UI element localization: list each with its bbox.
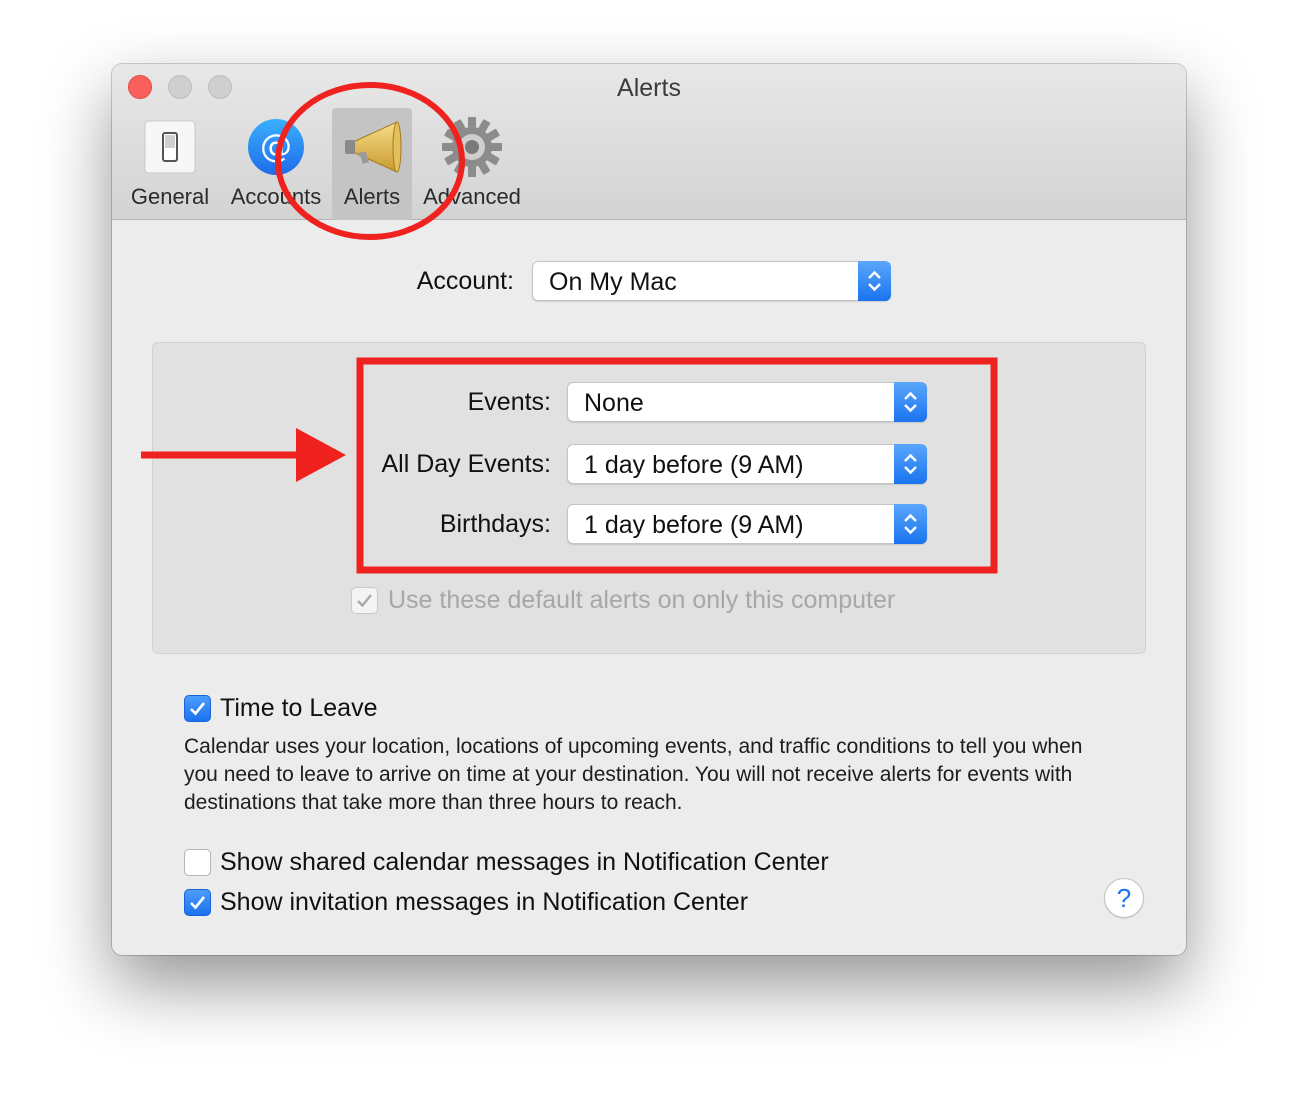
all-day-events-value: 1 day before (9 AM) <box>584 451 804 479</box>
time-to-leave-label: Time to Leave <box>220 694 378 722</box>
tab-general[interactable]: General <box>126 108 214 220</box>
tab-general-label: General <box>130 184 210 209</box>
invitation-messages-checkbox[interactable] <box>184 889 211 916</box>
megaphone-icon <box>345 121 402 173</box>
all-day-events-popup[interactable]: 1 day before (9 AM) <box>567 444 927 484</box>
birthdays-popup[interactable]: 1 day before (9 AM) <box>567 504 927 544</box>
tab-accounts[interactable]: @ Accounts <box>224 108 328 220</box>
time-to-leave-checkbox[interactable] <box>184 695 211 722</box>
events-label: Events: <box>467 388 551 416</box>
events-value: None <box>584 389 644 417</box>
chevron-updown-icon <box>858 261 891 301</box>
birthdays-value: 1 day before (9 AM) <box>584 511 804 539</box>
help-button[interactable]: ? <box>1104 878 1144 918</box>
svg-text:@: @ <box>260 127 292 165</box>
account-popup[interactable]: On My Mac <box>532 261 891 301</box>
switch-icon <box>144 120 196 174</box>
alerts-pane: Account: On My Mac Events: None All Day … <box>112 220 1186 955</box>
shared-messages-label: Show shared calendar messages in Notific… <box>220 848 829 876</box>
tab-alerts[interactable]: Alerts <box>332 108 412 220</box>
tab-advanced[interactable]: Advanced <box>416 108 528 220</box>
all-day-events-label: All Day Events: <box>381 450 551 478</box>
only-this-computer-label: Use these default alerts on only this co… <box>388 586 896 614</box>
alerts-preferences-window: Alerts General @ Accounts Alerts Advance… <box>112 64 1186 955</box>
chevron-updown-icon <box>894 504 927 544</box>
default-alerts-group: Events: None All Day Events: 1 day befor… <box>152 342 1146 654</box>
only-this-computer-checkbox[interactable] <box>351 587 378 614</box>
invitation-messages-label: Show invitation messages in Notification… <box>220 888 749 916</box>
time-to-leave-description: Calendar uses your location, locations o… <box>184 735 1083 814</box>
gear-icon <box>442 117 502 177</box>
window-title: Alerts <box>617 74 681 102</box>
shared-messages-checkbox[interactable] <box>184 849 211 876</box>
tab-accounts-label: Accounts <box>230 184 322 209</box>
chevron-updown-icon <box>894 382 927 422</box>
birthdays-label: Birthdays: <box>439 510 551 538</box>
at-sign-icon: @ <box>248 119 304 175</box>
tab-advanced-label: Advanced <box>423 184 521 209</box>
account-value: On My Mac <box>549 268 677 296</box>
chevron-updown-icon <box>894 444 927 484</box>
account-label: Account: <box>416 267 514 295</box>
tab-alerts-label: Alerts <box>343 184 401 209</box>
events-popup[interactable]: None <box>567 382 927 422</box>
titlebar: Alerts General @ Accounts Alerts Advance… <box>112 64 1186 220</box>
